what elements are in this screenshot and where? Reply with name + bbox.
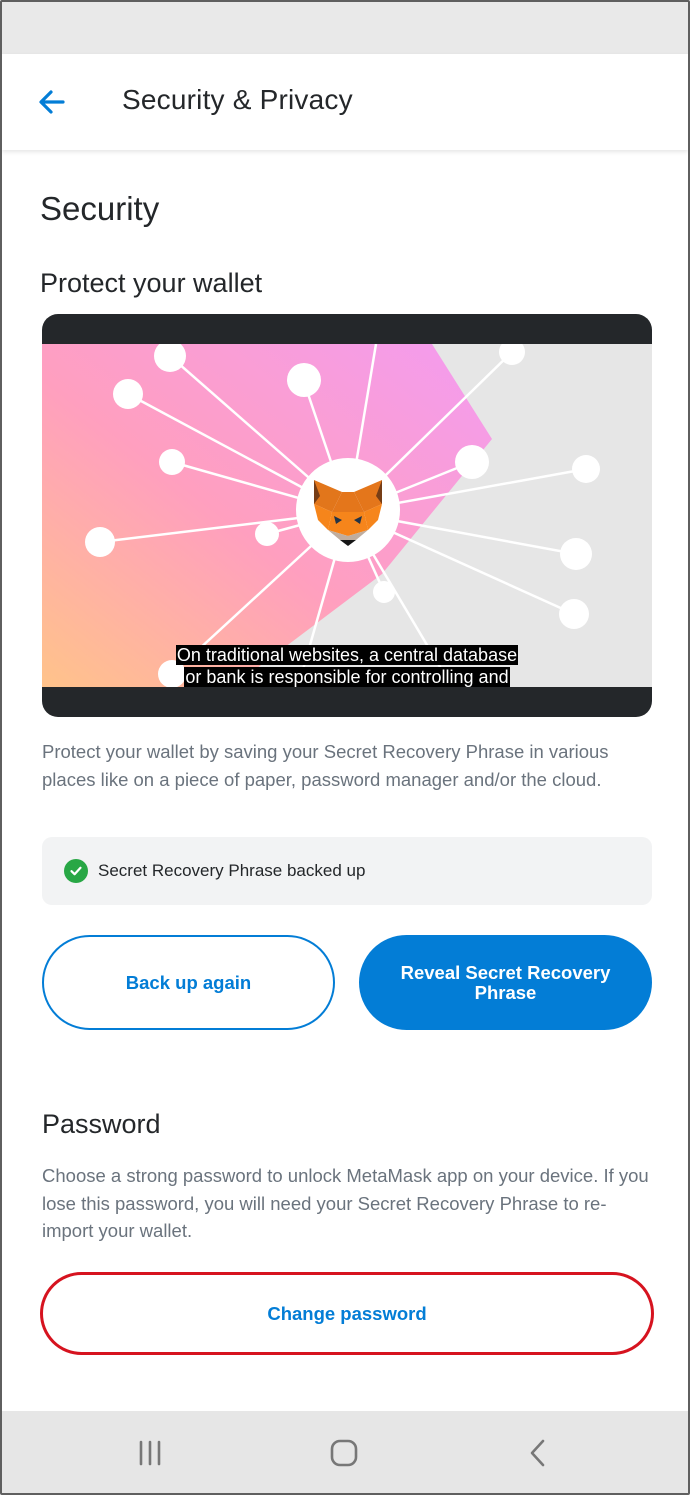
- reveal-srp-label: Reveal Secret Recovery Phrase: [400, 961, 611, 1003]
- check-circle-icon: [64, 859, 88, 883]
- reveal-srp-button[interactable]: Reveal Secret Recovery Phrase: [359, 935, 652, 1030]
- change-password-label: Change password: [267, 1302, 427, 1324]
- protect-wallet-description: Protect your wallet by saving your Secre…: [42, 741, 609, 790]
- back-button[interactable]: [30, 80, 74, 124]
- home-icon: [330, 1439, 358, 1467]
- system-nav-bar: [2, 1411, 688, 1493]
- backup-status-text: Secret Recovery Phrase backed up: [98, 861, 366, 880]
- back-up-again-label: Back up again: [125, 971, 252, 993]
- page-title: Security & Privacy: [122, 84, 353, 115]
- recent-apps-icon: [139, 1440, 161, 1466]
- protect-wallet-video[interactable]: On traditional websites, a central datab…: [42, 314, 652, 717]
- caption-line-2: or bank is responsible for controlling a…: [184, 667, 510, 687]
- arrow-left-icon: [39, 90, 65, 114]
- password-heading: Password: [42, 1109, 161, 1139]
- chevron-left-icon: [530, 1439, 545, 1467]
- caption-line-1: On traditional websites, a central datab…: [175, 645, 519, 665]
- protect-wallet-title: Protect your wallet: [40, 268, 263, 298]
- password-description: Choose a strong password to unlock MetaM…: [42, 1165, 649, 1241]
- recent-apps-button[interactable]: [130, 1433, 170, 1473]
- status-bar: [2, 2, 688, 54]
- security-heading: Security: [40, 190, 160, 227]
- back-up-again-button[interactable]: Back up again: [42, 935, 335, 1030]
- system-back-button[interactable]: [518, 1433, 558, 1473]
- backup-status-banner: Secret Recovery Phrase backed up: [42, 837, 652, 905]
- home-button[interactable]: [324, 1433, 364, 1473]
- network-illustration: [42, 344, 652, 687]
- change-password-button[interactable]: Change password: [40, 1272, 654, 1355]
- app-header: Security & Privacy: [2, 54, 688, 150]
- video-caption: On traditional websites, a central datab…: [42, 644, 652, 687]
- video-frame: On traditional websites, a central datab…: [42, 344, 652, 687]
- app-screen: Security & Privacy Security Protect your…: [0, 0, 690, 1495]
